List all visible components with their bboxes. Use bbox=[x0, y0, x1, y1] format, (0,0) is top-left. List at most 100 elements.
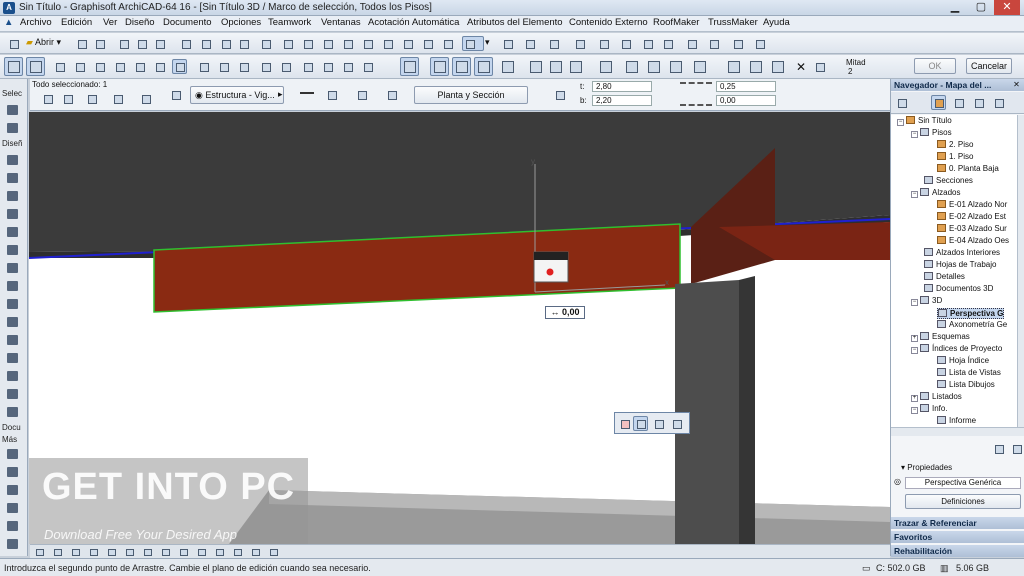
perpendicular-icon[interactable] bbox=[622, 57, 641, 76]
sections-icon[interactable] bbox=[340, 36, 355, 51]
pan-icon[interactable] bbox=[158, 545, 173, 557]
polygon-tool-icon[interactable] bbox=[566, 57, 585, 76]
measure-icon[interactable] bbox=[768, 57, 787, 76]
menu-diseno[interactable]: Diseño bbox=[125, 17, 155, 28]
tree-item[interactable]: Lista Dibujos bbox=[937, 380, 995, 389]
snap-toggle-icon[interactable] bbox=[462, 36, 484, 51]
menu-ayuda[interactable]: Ayuda bbox=[763, 17, 790, 28]
view-name-field[interactable]: Perspectiva Genérica bbox=[905, 477, 1021, 489]
arrow-select-icon[interactable] bbox=[5, 103, 21, 117]
menu-ventanas[interactable]: Ventanas bbox=[321, 17, 361, 28]
collapse-icon[interactable]: − bbox=[911, 299, 918, 306]
menu-trussmaker[interactable]: TrussMaker bbox=[708, 17, 758, 28]
cube-icon[interactable] bbox=[320, 36, 335, 51]
undo-icon[interactable] bbox=[218, 36, 233, 51]
definitions-button[interactable]: Definiciones bbox=[905, 494, 1021, 509]
maximize-button[interactable]: ▢ bbox=[968, 0, 994, 15]
column-tool-icon[interactable] bbox=[5, 207, 21, 221]
tree-item[interactable]: + Listados bbox=[911, 392, 962, 402]
ok-button[interactable]: OK bbox=[914, 58, 956, 74]
tree-item[interactable]: Documentos 3D bbox=[924, 284, 993, 293]
tree-item[interactable]: 2. Piso bbox=[937, 140, 973, 149]
guide-icon[interactable] bbox=[500, 36, 515, 51]
b-value-field[interactable]: 2,20 bbox=[592, 95, 652, 106]
snap-dropdown-icon[interactable]: ▾ bbox=[484, 36, 494, 51]
layout-book-icon[interactable] bbox=[971, 95, 986, 110]
nav-tool-4-icon[interactable] bbox=[86, 545, 101, 557]
resize-tool-icon[interactable] bbox=[546, 57, 565, 76]
tree-item-selected[interactable]: Perspectiva G bbox=[937, 308, 1005, 319]
pen-icon[interactable] bbox=[546, 36, 561, 51]
tree-vertical-scrollbar[interactable] bbox=[1017, 115, 1024, 427]
layer-visibility-icon[interactable] bbox=[172, 59, 187, 74]
text-tool-icon[interactable] bbox=[5, 465, 21, 479]
lock-icon[interactable] bbox=[132, 59, 147, 74]
drag-tool-icon[interactable] bbox=[400, 57, 419, 76]
menu-edicion[interactable]: Edición bbox=[61, 17, 92, 28]
tree-item[interactable]: Detalles bbox=[924, 272, 965, 281]
floor-plan-icon[interactable] bbox=[168, 87, 183, 102]
rotate-tool-icon[interactable] bbox=[430, 57, 449, 76]
offset-line-icon[interactable] bbox=[690, 57, 709, 76]
tree-item[interactable]: 1. Piso bbox=[937, 152, 973, 161]
geometry-icon[interactable] bbox=[60, 91, 75, 106]
menu-contenido[interactable]: Contenido Externo bbox=[569, 17, 648, 28]
pet-palette-close-icon[interactable] bbox=[617, 416, 632, 431]
elevate-tool-icon[interactable] bbox=[474, 57, 493, 76]
tree-item[interactable]: Hojas de Trabajo bbox=[924, 260, 996, 269]
tree-item[interactable]: − Info. bbox=[911, 404, 948, 414]
menu-archivo[interactable]: Archivo bbox=[20, 17, 52, 28]
tree-item[interactable]: E-03 Alzado Sur bbox=[937, 224, 1007, 233]
suspend-groups-icon[interactable] bbox=[112, 59, 127, 74]
tree-item[interactable]: 0. Planta Baja bbox=[937, 164, 999, 173]
pencil-icon[interactable] bbox=[596, 36, 611, 51]
nav-tool-1-icon[interactable] bbox=[32, 545, 47, 557]
window-tool-icon[interactable] bbox=[5, 189, 21, 203]
elevation-icon[interactable] bbox=[380, 36, 395, 51]
zone-tool-icon[interactable] bbox=[5, 387, 21, 401]
print-icon[interactable] bbox=[92, 36, 107, 51]
tree-item[interactable]: − 3D bbox=[911, 296, 942, 306]
view-map-icon[interactable] bbox=[951, 95, 966, 110]
collapse-icon[interactable]: − bbox=[911, 191, 918, 198]
navigator-menu-icon[interactable] bbox=[894, 95, 909, 110]
line-tool-icon[interactable] bbox=[498, 57, 517, 76]
tree-item[interactable]: − Pisos bbox=[911, 128, 952, 138]
layout-icon[interactable] bbox=[440, 36, 455, 51]
offset-icon[interactable] bbox=[360, 59, 375, 74]
cross-icon[interactable]: ✕ bbox=[796, 60, 806, 74]
explode-icon[interactable] bbox=[340, 59, 355, 74]
tree-item[interactable]: Informe bbox=[937, 416, 976, 425]
tree-item[interactable]: E-04 Alzado Oes bbox=[937, 236, 1009, 245]
height-icon[interactable] bbox=[552, 87, 574, 102]
publisher-icon[interactable] bbox=[991, 95, 1006, 110]
tracker-box[interactable]: ↔ 0,00 bbox=[545, 306, 585, 319]
group-icon[interactable] bbox=[72, 59, 87, 74]
wall-tool-icon[interactable] bbox=[5, 153, 21, 167]
mesh-tool-icon[interactable] bbox=[5, 405, 21, 419]
stretch-tool-icon[interactable] bbox=[526, 57, 545, 76]
magic-wand-icon[interactable] bbox=[178, 36, 193, 51]
palette-icon[interactable] bbox=[618, 36, 633, 51]
worksheet-icon[interactable] bbox=[420, 36, 435, 51]
beam-tool-icon[interactable] bbox=[5, 225, 21, 239]
align-icon[interactable] bbox=[216, 59, 231, 74]
tree-item[interactable]: − Alzados bbox=[911, 188, 960, 198]
trace-reference-panel[interactable]: Trazar & Referenciar bbox=[891, 517, 1024, 529]
tree-horizontal-scrollbar[interactable] bbox=[891, 427, 1024, 436]
copy-icon[interactable] bbox=[134, 36, 149, 51]
explore-icon[interactable] bbox=[194, 545, 209, 557]
favorites-panel[interactable]: Favoritos bbox=[891, 531, 1024, 543]
navigator-settings-icon[interactable] bbox=[991, 441, 1006, 456]
minimize-button[interactable]: ▁ bbox=[942, 0, 968, 15]
project-map-icon[interactable] bbox=[931, 95, 946, 110]
arc-tool-icon[interactable] bbox=[5, 537, 21, 551]
door-tool-icon[interactable] bbox=[5, 171, 21, 185]
select-all-icon[interactable] bbox=[52, 59, 67, 74]
expand-icon[interactable]: + bbox=[911, 395, 918, 402]
ungroup-icon[interactable] bbox=[92, 59, 107, 74]
fillet-icon[interactable] bbox=[320, 59, 335, 74]
floor-section-button[interactable]: Planta y Sección bbox=[414, 86, 528, 104]
pet-drag-icon[interactable] bbox=[633, 416, 648, 431]
save-icon[interactable] bbox=[74, 36, 89, 51]
